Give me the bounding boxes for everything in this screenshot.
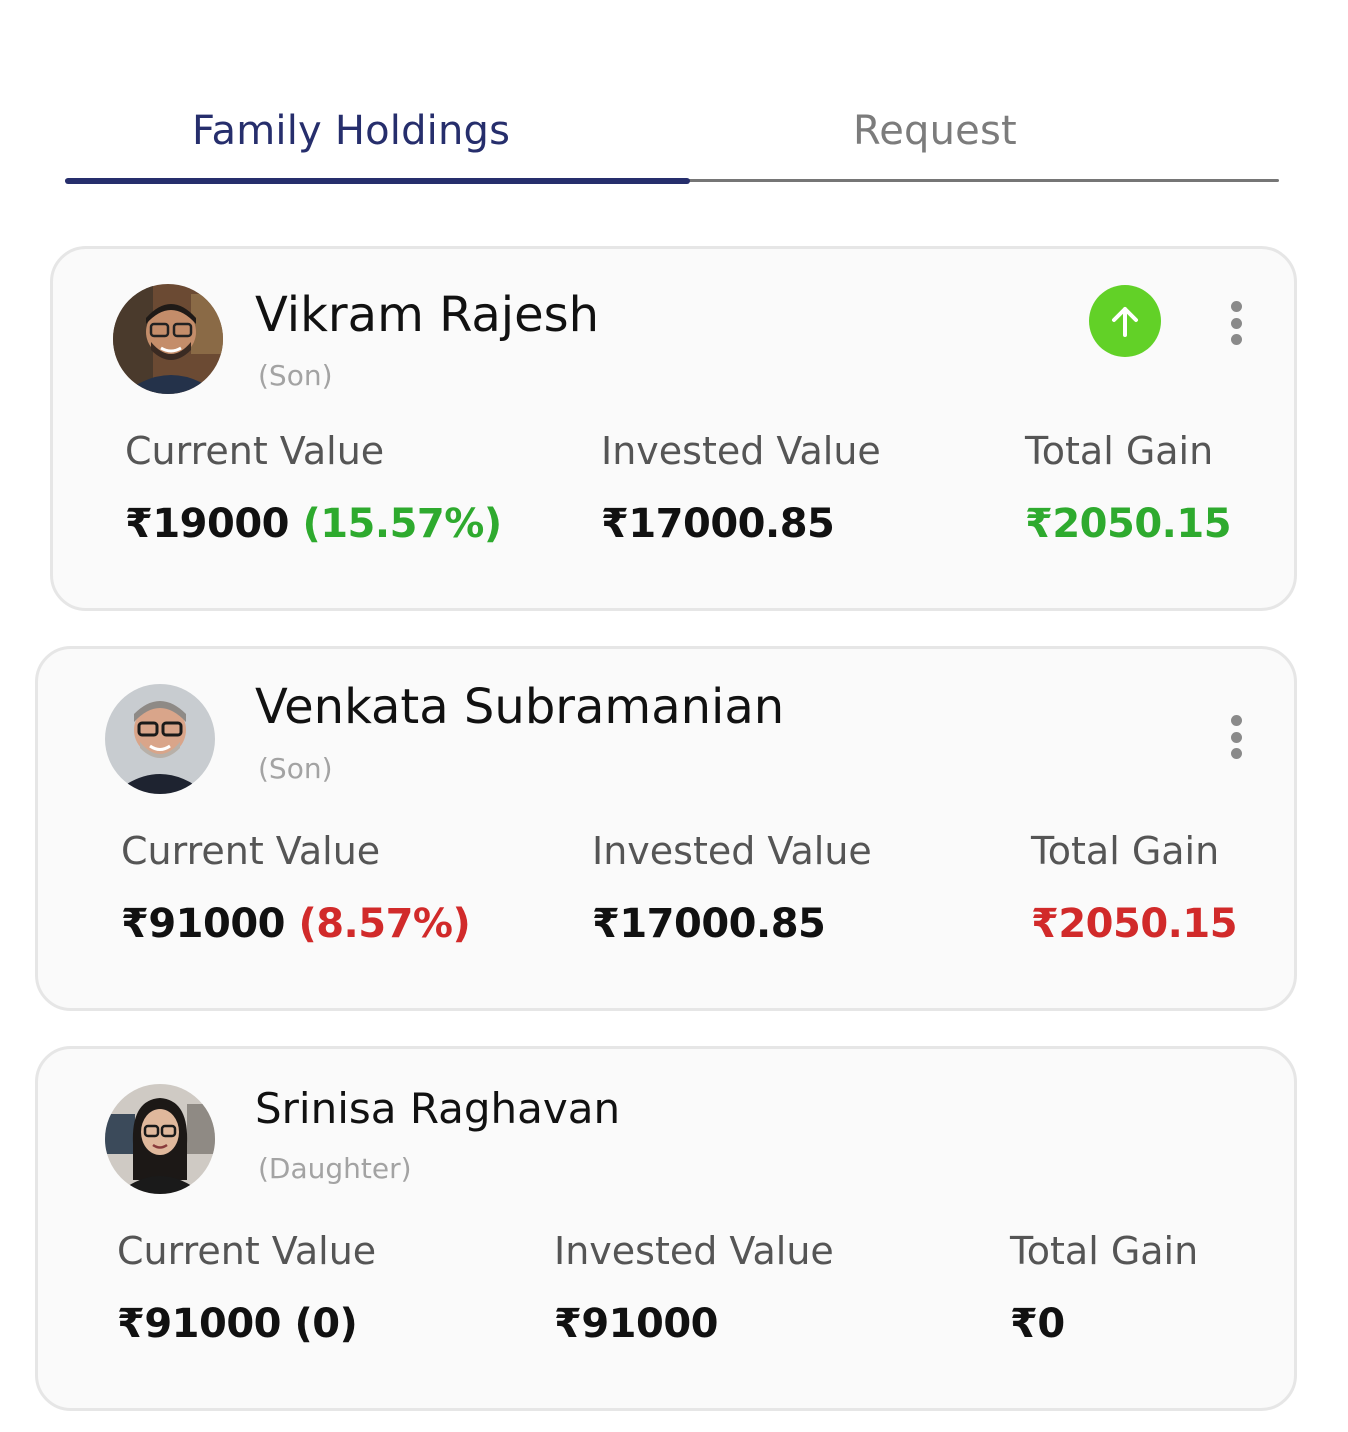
current-value-change: (0) [294,1301,358,1347]
total-gain-value: ₹2050.15 [1031,901,1238,947]
avatar [105,684,215,794]
more-vertical-icon[interactable] [1221,293,1251,353]
member-card-venkata-subramanian[interactable]: Venkata Subramanian (Son) Current Value … [35,646,1297,1011]
more-vertical-icon[interactable] [1221,707,1251,767]
family-holdings-screen: Family Holdings Request Vikram Rajesh (S… [0,0,1348,1432]
invested-value-label: Invested Value [592,829,872,873]
member-name: Srinisa Raghavan [255,1084,621,1133]
total-gain-label: Total Gain [1031,829,1220,873]
member-relation: (Son) [258,752,333,785]
member-name: Venkata Subramanian [255,679,785,735]
tab-family-holdings[interactable]: Family Holdings [192,108,510,154]
invested-value-label: Invested Value [554,1229,834,1273]
avatar [113,284,223,394]
tab-request[interactable]: Request [853,108,1017,154]
current-value-amount: ₹19000 [125,501,290,547]
current-value-amount: ₹91000 [121,901,286,947]
member-relation: (Daughter) [258,1152,412,1185]
current-value-label: Current Value [125,429,385,473]
current-value-change: (8.57%) [298,901,471,947]
total-gain-label: Total Gain [1025,429,1214,473]
member-card-vikram-rajesh[interactable]: Vikram Rajesh (Son) Current Value Invest… [50,246,1297,611]
invested-value: ₹17000.85 [592,901,826,947]
total-gain-value: ₹2050.15 [1025,501,1232,547]
member-card-srinisa-raghavan[interactable]: Srinisa Raghavan (Daughter) Current Valu… [35,1046,1297,1411]
active-tab-indicator [65,178,690,184]
total-gain-value: ₹0 [1010,1301,1065,1347]
current-value: ₹91000 (8.57%) [121,901,471,947]
current-value: ₹19000 (15.57%) [125,501,502,547]
current-value-amount: ₹91000 [117,1301,282,1347]
arrow-up-icon[interactable] [1089,285,1161,357]
invested-value: ₹17000.85 [601,501,835,547]
invested-value: ₹91000 [554,1301,719,1347]
current-value-change: (15.57%) [302,501,502,547]
current-value-label: Current Value [121,829,381,873]
invested-value-label: Invested Value [601,429,881,473]
current-value: ₹91000 (0) [117,1301,358,1347]
total-gain-label: Total Gain [1010,1229,1199,1273]
member-relation: (Son) [258,359,333,392]
member-name: Vikram Rajesh [255,287,600,343]
current-value-label: Current Value [117,1229,377,1273]
avatar [105,1084,215,1194]
